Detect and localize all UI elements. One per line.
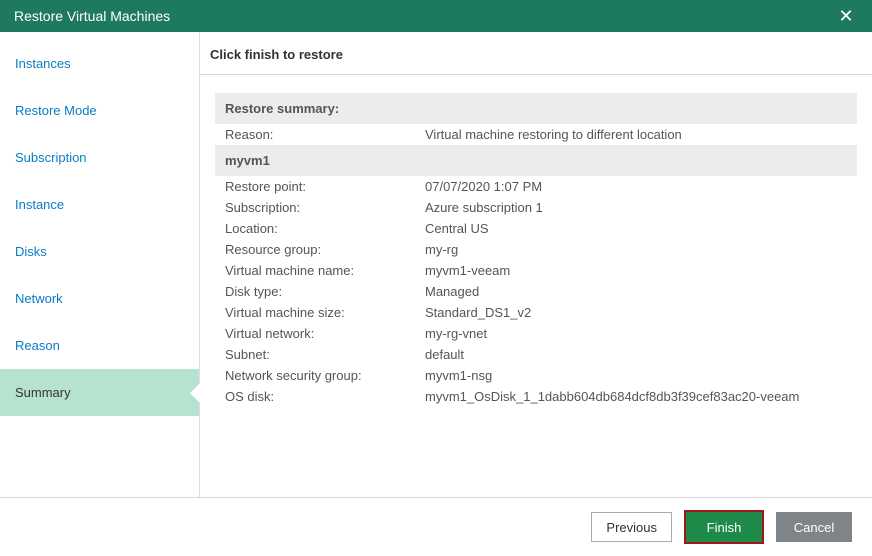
sidebar-item-subscription[interactable]: Subscription xyxy=(0,134,199,181)
sidebar-item-disks[interactable]: Disks xyxy=(0,228,199,275)
sidebar-item-label: Disks xyxy=(15,244,47,259)
cancel-button[interactable]: Cancel xyxy=(776,512,852,542)
footer: Previous Finish Cancel xyxy=(0,497,872,556)
sidebar-item-instance[interactable]: Instance xyxy=(0,181,199,228)
summary-value: Central US xyxy=(425,221,847,236)
summary-row: OS disk:myvm1_OsDisk_1_1dabb604db684dcf8… xyxy=(215,386,857,407)
summary-value: default xyxy=(425,347,847,362)
summary-value: 07/07/2020 1:07 PM xyxy=(425,179,847,194)
sidebar-item-label: Summary xyxy=(15,385,71,400)
sidebar-item-label: Restore Mode xyxy=(15,103,97,118)
summary-value: Azure subscription 1 xyxy=(425,200,847,215)
summary-key: OS disk: xyxy=(225,389,425,404)
summary-key: Subscription: xyxy=(225,200,425,215)
sidebar-item-label: Instances xyxy=(15,56,71,71)
summary-row: Resource group:my-rg xyxy=(215,239,857,260)
summary-key: Subnet: xyxy=(225,347,425,362)
main-header-text: Click finish to restore xyxy=(210,47,343,62)
summary-value: myvm1_OsDisk_1_1dabb604db684dcf8db3f39ce… xyxy=(425,389,847,404)
summary-key: Location: xyxy=(225,221,425,236)
main-header: Click finish to restore xyxy=(200,32,872,75)
close-icon[interactable]: ✕ xyxy=(834,6,858,27)
summary-row: Virtual network:my-rg-vnet xyxy=(215,323,857,344)
summary-row: Restore point:07/07/2020 1:07 PM xyxy=(215,176,857,197)
sidebar-item-restore-mode[interactable]: Restore Mode xyxy=(0,87,199,134)
summary-key: Network security group: xyxy=(225,368,425,383)
summary-value: Standard_DS1_v2 xyxy=(425,305,847,320)
summary-value: Virtual machine restoring to different l… xyxy=(425,127,847,142)
section-header: Restore summary: xyxy=(215,93,857,124)
finish-button[interactable]: Finish xyxy=(686,512,762,542)
summary-row: Subnet:default xyxy=(215,344,857,365)
summary-value: myvm1-veeam xyxy=(425,263,847,278)
summary-row: Virtual machine size:Standard_DS1_v2 xyxy=(215,302,857,323)
summary-value: my-rg-vnet xyxy=(425,326,847,341)
summary-key: Resource group: xyxy=(225,242,425,257)
summary-value: myvm1-nsg xyxy=(425,368,847,383)
content: Instances Restore Mode Subscription Instanc… xyxy=(0,32,872,497)
summary-key: Restore point: xyxy=(225,179,425,194)
window-title: Restore Virtual Machines xyxy=(14,8,170,24)
titlebar: Restore Virtual Machines ✕ xyxy=(0,0,872,32)
sidebar-item-label: Instance xyxy=(15,197,64,212)
summary-key: Virtual machine name: xyxy=(225,263,425,278)
main-body: Restore summary:Reason:Virtual machine r… xyxy=(200,75,872,497)
sidebar: Instances Restore Mode Subscription Instanc… xyxy=(0,32,200,497)
summary-row: Subscription:Azure subscription 1 xyxy=(215,197,857,218)
summary-key: Reason: xyxy=(225,127,425,142)
summary-key: Disk type: xyxy=(225,284,425,299)
summary-row: Network security group:myvm1-nsg xyxy=(215,365,857,386)
sidebar-item-summary[interactable]: Summary xyxy=(0,369,199,416)
summary-row: Virtual machine name:myvm1-veeam xyxy=(215,260,857,281)
summary-row: Location:Central US xyxy=(215,218,857,239)
summary-value: Managed xyxy=(425,284,847,299)
sidebar-item-network[interactable]: Network xyxy=(0,275,199,322)
summary-value: my-rg xyxy=(425,242,847,257)
sidebar-item-instances[interactable]: Instances xyxy=(0,40,199,87)
summary-row: Reason:Virtual machine restoring to diff… xyxy=(215,124,857,145)
sidebar-item-label: Subscription xyxy=(15,150,87,165)
sidebar-item-label: Network xyxy=(15,291,63,306)
summary-key: Virtual network: xyxy=(225,326,425,341)
sidebar-item-label: Reason xyxy=(15,338,60,353)
previous-button[interactable]: Previous xyxy=(591,512,672,542)
main: Click finish to restore Restore summary:… xyxy=(200,32,872,497)
sidebar-item-reason[interactable]: Reason xyxy=(0,322,199,369)
summary-row: Disk type:Managed xyxy=(215,281,857,302)
section-header: myvm1 xyxy=(215,145,857,176)
summary-key: Virtual machine size: xyxy=(225,305,425,320)
